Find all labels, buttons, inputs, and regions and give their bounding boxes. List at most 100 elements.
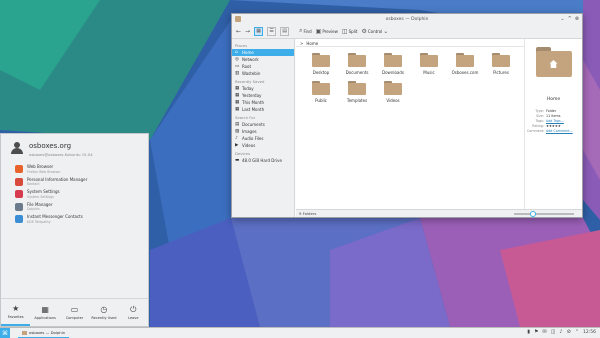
zoom-slider-handle[interactable] — [530, 211, 537, 217]
sidebar-item[interactable]: ▭ Root — [232, 63, 294, 70]
tab-favorites[interactable]: ★ Favorites — [1, 299, 31, 326]
zoom-slider[interactable] — [514, 211, 574, 217]
details-view-button[interactable]: ▤ — [280, 26, 290, 36]
favorite-app-item[interactable]: Personal Information Manager Kontact — [1, 176, 148, 189]
split-icon: ◫ — [341, 27, 348, 35]
favorite-app-item[interactable]: System Settings System Settings — [1, 188, 148, 201]
information-panel: Home Type: Folder Size: 11 items Tags: Add Ta… — [524, 39, 582, 217]
sidebar-item[interactable]: ▤ Documents — [232, 121, 294, 128]
tab-label: Leave — [128, 315, 139, 320]
gear-icon: ⚙ — [361, 27, 367, 35]
show-hidden-icon[interactable]: ⌃ — [575, 329, 579, 335]
split-button[interactable]: ◫ Split — [342, 28, 358, 35]
split-label: Split — [348, 28, 358, 34]
tab-recently-used[interactable]: ◷ Recently Used — [89, 299, 118, 326]
sidebar-item[interactable]: ◎ Network — [232, 56, 294, 63]
sidebar-item[interactable]: ▬ 48.0 GiB Hard Drive — [232, 157, 294, 164]
tab-leave[interactable]: ⏻ Leave — [119, 299, 148, 326]
icons-view-button[interactable]: ▦ — [254, 26, 264, 36]
meta-value: Folder — [546, 108, 557, 113]
preview-button[interactable]: ▣ Preview — [316, 28, 338, 35]
sidebar-item[interactable]: ▨ Images — [232, 128, 294, 135]
folder-label: Templates — [346, 98, 368, 103]
title-bar[interactable]: osboxes — Dolphin ⌄ ^ ⊗ — [232, 14, 582, 24]
tab-applications[interactable]: ▦ Applications — [30, 299, 59, 326]
sidebar-item-label: This Month — [242, 100, 264, 105]
sidebar-item[interactable]: ▦ Today — [232, 85, 294, 92]
compact-view-button[interactable]: ☰ — [267, 26, 277, 36]
app-description: KDE Telepathy — [27, 219, 51, 224]
sidebar-item-label: Videos — [242, 143, 256, 148]
details-icon: ▤ — [282, 28, 287, 34]
breadcrumb-current[interactable]: Home — [306, 41, 318, 46]
close-icon[interactable]: ⊗ — [575, 15, 579, 23]
folder-label: Videos — [386, 98, 400, 103]
meta-key: Size: — [536, 113, 544, 118]
folder-item[interactable]: Templates — [340, 81, 374, 103]
clock[interactable]: 12:56 — [583, 330, 596, 335]
launcher-tab-bar: ★ Favorites ▦ Applications ▭ Computer ◷ Recentl… — [1, 298, 148, 326]
sidebar-item[interactable]: ▶ Videos — [232, 142, 294, 149]
display-icon[interactable]: ◫ — [551, 329, 556, 335]
meta-key: Type: — [535, 108, 544, 113]
sidebar-item[interactable]: ▦ Yesterday — [232, 92, 294, 99]
meta-row: Comment: Add Comment... — [525, 128, 582, 133]
control-button[interactable]: ⚙ Control ⌄ — [361, 28, 388, 35]
folder-item[interactable]: Videos — [376, 81, 410, 103]
maximize-icon[interactable]: ^ — [568, 15, 572, 23]
calendar-icon: ▦ — [235, 106, 240, 112]
notification-icon[interactable]: ⚑ — [534, 329, 538, 335]
folder-item[interactable]: Pictures — [484, 53, 518, 75]
folder-item[interactable]: Downloads — [376, 53, 410, 75]
sidebar-item-label: Root — [242, 64, 252, 69]
sidebar-item[interactable]: ▥ Wastebin — [232, 70, 294, 77]
forward-button[interactable]: → — [245, 28, 250, 35]
mail-icon[interactable]: ✉ — [542, 329, 546, 335]
sidebar-item[interactable]: ▦ Last Month — [232, 106, 294, 113]
sidebar-item-label: Audio Files — [242, 136, 264, 141]
folder-label: Pictures — [493, 70, 509, 75]
folder-label: Music — [423, 70, 435, 75]
folder-item[interactable]: Documents — [340, 53, 374, 75]
kde-launcher-icon: ⌘ — [2, 329, 8, 337]
folder-item[interactable]: Desktop — [304, 53, 338, 75]
klipper-icon[interactable]: ▮ — [527, 329, 530, 335]
places-panel: Places ⌂ Home ◎ Network ▭ Root ▥ Wastebin Recen… — [232, 39, 295, 217]
sidebar-item[interactable]: ♪ Audio Files — [232, 135, 294, 142]
meta-value: 11 items — [546, 113, 561, 118]
folder-label: Desktop — [312, 70, 330, 75]
meta-link[interactable]: Add Comment... — [546, 129, 573, 133]
task-dolphin[interactable]: osboxes — Dolphin — [18, 329, 70, 338]
minimize-icon[interactable]: ⌄ — [560, 15, 564, 23]
sidebar-item-label: Images — [242, 129, 257, 134]
sidebar-item[interactable]: ▦ This Month — [232, 99, 294, 106]
network-status-icon[interactable]: ⊘ — [567, 329, 571, 335]
breadcrumb-root-icon[interactable]: > — [300, 41, 303, 46]
back-button[interactable]: ← — [236, 28, 241, 35]
dolphin-app-icon — [235, 16, 241, 22]
sidebar-item[interactable]: ⌂ Home — [232, 49, 294, 56]
folder-icon — [420, 53, 438, 67]
tab-label: Applications — [34, 315, 56, 320]
folder-item[interactable]: Osboxes.com — [448, 53, 482, 75]
meta-link[interactable]: Add Tags... — [546, 119, 564, 123]
volume-icon[interactable]: ♪ — [559, 329, 562, 335]
folder-item[interactable]: Public — [304, 81, 338, 103]
launcher-button[interactable]: ⌘ — [0, 328, 10, 338]
favorites-list: Web Browser Firefox Web Browser Personal I… — [1, 163, 148, 226]
tab-computer[interactable]: ▭ Computer — [60, 299, 89, 326]
toolbar: ← → ▦ ☰ ▤ ⌕ Find ▣ Preview ◫ Split ⚙ Control… — [232, 24, 582, 39]
meta-value[interactable]: ★★★★★ — [546, 124, 561, 128]
search-header: Search For — [235, 115, 256, 120]
breadcrumb[interactable]: > Home — [296, 39, 524, 47]
favorite-app-item[interactable]: Instant Messenger Contacts KDE Telepathy — [1, 213, 148, 226]
favorite-app-item[interactable]: Web Browser Firefox Web Browser — [1, 163, 148, 176]
user-name: osboxes.org — [29, 142, 72, 150]
folder-icon — [312, 53, 330, 67]
info-name: Home — [546, 97, 561, 102]
favorite-app-item[interactable]: File Manager Dolphin — [1, 201, 148, 214]
taskbar-panel: ⌘ osboxes — Dolphin ▮ ⚑ ✉ ◫ ♪ ⊘ ⌃ 12:56 — [0, 327, 600, 338]
meta-key: Rating: — [532, 123, 544, 128]
folder-item[interactable]: Music — [412, 53, 446, 75]
find-button[interactable]: ⌕ Find — [299, 27, 312, 35]
